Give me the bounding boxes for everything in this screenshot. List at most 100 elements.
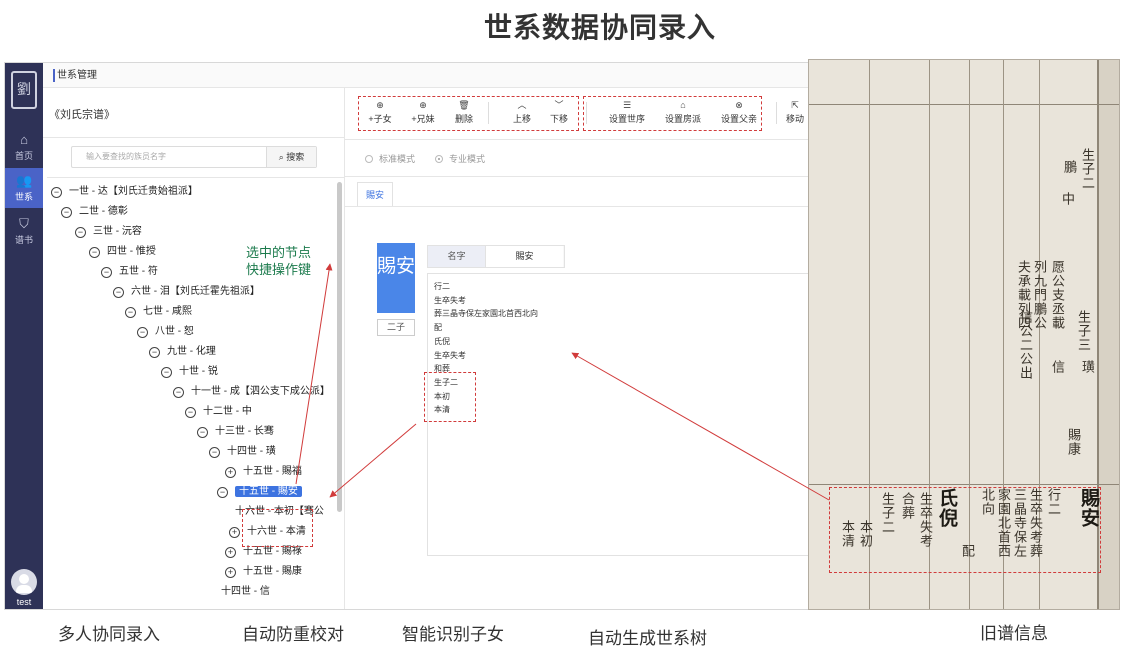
tree-node[interactable]: − 五世 - 符 xyxy=(101,264,158,280)
tree-node-label: 十三世 - 长骞 xyxy=(215,426,274,437)
collapse-icon[interactable]: − xyxy=(101,267,112,278)
tree-node[interactable]: − 十世 - 锐 xyxy=(161,364,218,380)
search-button[interactable]: ⌕ 搜索 xyxy=(266,147,316,167)
tree-node-selected[interactable]: − 十五世 - 賜安 xyxy=(217,484,302,500)
divider xyxy=(345,206,809,207)
expand-icon[interactable]: + xyxy=(229,527,240,538)
collapse-icon[interactable]: − xyxy=(125,307,136,318)
person-rank: 二子 xyxy=(377,319,415,336)
record-line: 氏倪 xyxy=(434,336,450,346)
toolbar-highlight-box xyxy=(358,96,579,131)
collapse-icon[interactable]: − xyxy=(217,487,228,498)
scan-text-column: 璜 xyxy=(1079,360,1094,374)
tree-node[interactable]: + 十五世 - 賜康 xyxy=(225,564,302,580)
tab-person[interactable]: 賜安 xyxy=(357,182,394,206)
collapse-icon[interactable]: − xyxy=(173,387,184,398)
caption-dedup: 自动防重校对 xyxy=(242,625,344,644)
expand-icon[interactable]: + xyxy=(225,567,236,578)
record-line: 生卒失考 xyxy=(434,350,466,360)
toolbar-button-move[interactable]: ⇱ 移动 xyxy=(775,100,809,125)
tree-node[interactable]: − 九世 - 化理 xyxy=(149,344,216,360)
caption-children: 智能识别子女 xyxy=(402,625,504,644)
tree-node-label: 四世 - 惟授 xyxy=(107,246,156,257)
scan-text-column: 列九門鵬公 xyxy=(1031,260,1046,330)
sidebar-item-label: 谱书 xyxy=(14,235,33,245)
tree-node-label: 十五世 - 賜安 xyxy=(235,486,302,497)
mode-standard[interactable]: 标准模式 xyxy=(365,152,415,165)
tree-node[interactable]: − 七世 - 咸熙 xyxy=(125,304,192,320)
field-name-tab[interactable]: 名字 xyxy=(428,246,485,267)
tree-node[interactable]: − 六世 - 泪【刘氏迁霍先祖派】 xyxy=(113,284,260,300)
radio[interactable] xyxy=(435,155,443,163)
tree-node-label: 一世 - 达【刘氏迁贵始祖派】 xyxy=(69,186,198,197)
collapse-icon[interactable]: − xyxy=(149,347,160,358)
collapse-icon[interactable]: − xyxy=(89,247,100,258)
radio[interactable] xyxy=(365,155,373,163)
toolbar-highlight-box xyxy=(583,96,762,131)
collapse-icon[interactable]: − xyxy=(61,207,72,218)
person-name-card: 賜安 xyxy=(377,243,415,313)
tree-node[interactable]: + 十五世 - 賜福 xyxy=(225,464,302,480)
sidebar-item-lineage[interactable]: 👥 世系 xyxy=(5,168,43,208)
scan-text-column: 賜康 xyxy=(1065,428,1080,456)
expand-icon[interactable]: + xyxy=(225,547,236,558)
tree-node-label: 六世 - 泪【刘氏迁霍先祖派】 xyxy=(131,286,260,297)
sidebar: 劉 ⌂ 首页 👥 世系 ⛉ 谱书 test xyxy=(5,63,43,609)
tree-node-label: 十世 - 锐 xyxy=(179,366,218,377)
page-rule xyxy=(809,484,1119,485)
tree-node[interactable]: − 四世 - 惟授 xyxy=(89,244,156,260)
tree-node[interactable]: − 三世 - 沅容 xyxy=(75,224,142,240)
mode-pro[interactable]: 专业模式 xyxy=(435,152,485,165)
search-button-label: 搜索 xyxy=(286,152,305,162)
scan-text-column: 生子二 xyxy=(1079,148,1094,190)
record-textarea[interactable]: 行二 生卒失考 葬三晶寺保左家園北首西北向配氏倪 生卒失考 和葬 生子二 本初 本清 xyxy=(427,273,809,556)
caption-old-book: 旧谱信息 xyxy=(980,624,1048,643)
caption-tree: 自动生成世系树 xyxy=(588,629,707,648)
expand-icon[interactable]: + xyxy=(225,467,236,478)
scan-text-column: 信公二公出 xyxy=(1017,310,1032,380)
tree-node[interactable]: − 二世 - 德彰 xyxy=(61,204,128,220)
users-icon: 👥 xyxy=(16,173,33,188)
tree-node-label: 三世 - 沅容 xyxy=(93,226,142,237)
collapse-icon[interactable]: − xyxy=(51,187,62,198)
field-selector: 名字 賜安 xyxy=(427,245,565,268)
tree-node-label: 十四世 - 信 xyxy=(221,586,270,597)
tree-node-label: 十二世 - 中 xyxy=(203,406,252,417)
user-avatar[interactable] xyxy=(11,569,37,595)
app-window: 劉 ⌂ 首页 👥 世系 ⛉ 谱书 test 世系管理 《刘氏宗谱》 输入要查找的… xyxy=(4,62,810,610)
sidebar-item-label: 首页 xyxy=(14,151,33,161)
tree-scrollbar[interactable] xyxy=(337,182,342,512)
sidebar-item-label: 世系 xyxy=(14,192,33,202)
breadcrumb: 世系管理 xyxy=(43,63,809,88)
tree-node[interactable]: 十四世 - 信 xyxy=(221,584,270,600)
collapse-icon[interactable]: − xyxy=(209,447,220,458)
shield-icon: ⛉ xyxy=(19,216,29,231)
scan-text-column: 信 xyxy=(1049,360,1064,374)
scan-text-column: 愿公支丞載 xyxy=(1049,260,1064,330)
mode-label: 标准模式 xyxy=(379,154,416,164)
tree-node[interactable]: − 十三世 - 长骞 xyxy=(197,424,274,440)
collapse-icon[interactable]: − xyxy=(137,327,148,338)
home-icon: ⌂ xyxy=(20,132,28,147)
sidebar-item-book[interactable]: ⛉ 谱书 xyxy=(5,211,43,251)
tree-node-label: 十一世 - 成【泗公支下成公派】 xyxy=(191,386,330,397)
collapse-icon[interactable]: − xyxy=(113,287,124,298)
toolbar-divider xyxy=(776,102,777,124)
collapse-icon[interactable]: − xyxy=(161,367,172,378)
collapse-icon[interactable]: − xyxy=(75,227,86,238)
tree-node[interactable]: − 十二世 - 中 xyxy=(185,404,252,420)
tree-node-label: 十五世 - 賜福 xyxy=(243,466,302,477)
collapse-icon[interactable]: − xyxy=(185,407,196,418)
search-input[interactable]: 输入要查找的族员名字 xyxy=(86,147,166,167)
sidebar-item-home[interactable]: ⌂ 首页 xyxy=(5,127,43,167)
scan-text-column: 生子三 xyxy=(1075,310,1090,352)
collapse-icon[interactable]: − xyxy=(197,427,208,438)
record-line: 配 xyxy=(434,323,442,333)
tree-node[interactable]: − 十四世 - 璜 xyxy=(209,444,276,460)
divider xyxy=(345,176,809,177)
divider xyxy=(43,137,344,138)
field-name-value[interactable]: 賜安 xyxy=(485,246,563,267)
tree-node[interactable]: − 一世 - 达【刘氏迁贵始祖派】 xyxy=(51,184,198,200)
tree-node[interactable]: − 十一世 - 成【泗公支下成公派】 xyxy=(173,384,330,400)
tree-node[interactable]: − 八世 - 恕 xyxy=(137,324,194,340)
